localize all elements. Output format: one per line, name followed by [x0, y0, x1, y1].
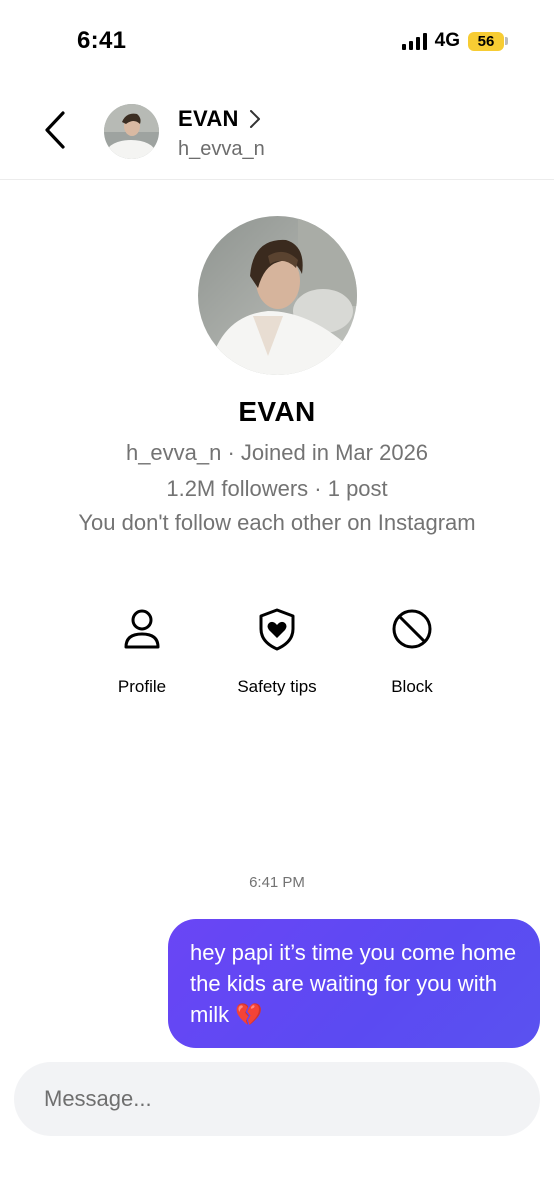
message-timestamp: 6:41 PM	[249, 874, 305, 891]
profile-name: EVAN	[238, 396, 316, 427]
block-icon	[388, 605, 436, 653]
chevron-left-icon	[45, 111, 65, 149]
header-avatar[interactable]	[104, 104, 159, 159]
sent-message-bubble[interactable]: hey papi it’s time you come home the kid…	[168, 919, 540, 1048]
status-time: 6:41	[77, 27, 127, 54]
profile-action-button[interactable]: Profile	[82, 605, 202, 697]
cellular-signal-icon	[401, 32, 427, 50]
profile-action-label: Profile	[117, 677, 167, 696]
message-input[interactable]	[44, 1086, 484, 1112]
profile-meta-line: h_evva_n · Joined in Mar 2026	[125, 440, 429, 465]
profile-avatar[interactable]	[198, 216, 357, 375]
back-button[interactable]	[38, 108, 72, 152]
network-type: 4G	[434, 30, 460, 51]
battery-icon: 56	[468, 31, 508, 51]
safety-tips-label: Safety tips	[237, 677, 317, 696]
profile-actions: Profile Safety tips Block	[0, 605, 554, 705]
message-composer[interactable]	[14, 1062, 540, 1136]
block-button[interactable]: Block	[352, 605, 472, 697]
header-handle: h_evva_n	[178, 138, 265, 160]
battery-level: 56	[468, 31, 504, 51]
person-icon	[118, 605, 166, 653]
profile-stats-line: 1.2M followers · 1 post	[166, 476, 388, 501]
chevron-right-icon	[249, 110, 260, 128]
safety-tips-button[interactable]: Safety tips	[217, 605, 337, 697]
shield-heart-icon	[253, 605, 301, 653]
status-bar: 6:41 4G 56	[0, 0, 554, 80]
header-name-row[interactable]: EVAN	[178, 106, 261, 132]
header-name: EVAN	[178, 106, 239, 131]
block-label: Block	[391, 677, 433, 696]
profile-relationship-line: You don't follow each other on Instagram	[78, 510, 476, 535]
conversation-header: EVAN h_evva_n	[0, 90, 554, 180]
status-indicators: 4G 56	[401, 30, 508, 52]
